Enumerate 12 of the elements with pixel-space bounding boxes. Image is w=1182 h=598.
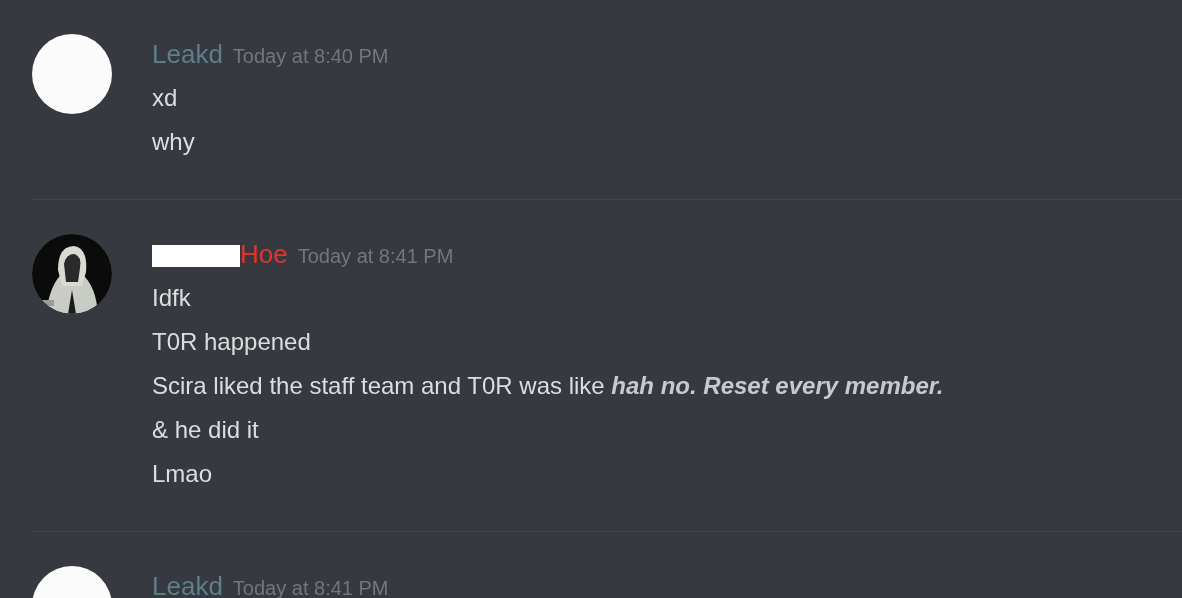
timestamp: Today at 8:41 PM [297, 245, 454, 268]
message-text: xd [152, 84, 178, 111]
timestamp: Today at 8:40 PM [232, 45, 389, 68]
message-text: Scira liked the staff team and T0R was like hah no. Reset every member. [152, 372, 944, 399]
username[interactable]: Hoe [240, 236, 288, 272]
message-text: why [152, 128, 195, 155]
username[interactable]: Leakd [152, 36, 223, 72]
message-text: Idfk [152, 284, 191, 311]
message-text: T0R happened [152, 328, 311, 355]
message-text: Lmao [152, 460, 213, 487]
message-text: & he did it [152, 416, 259, 443]
username[interactable]: Leakd [152, 568, 223, 598]
